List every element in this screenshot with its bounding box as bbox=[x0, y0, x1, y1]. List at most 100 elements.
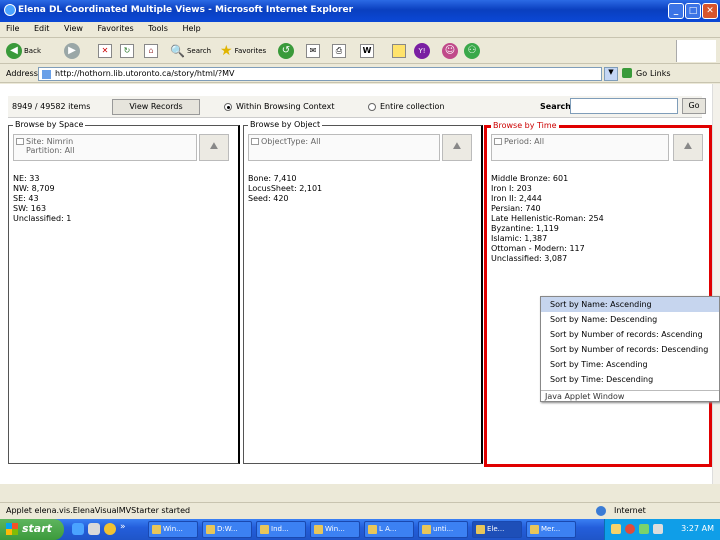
forward-button[interactable]: ▶ bbox=[64, 42, 80, 60]
within-context-radio[interactable] bbox=[224, 103, 232, 111]
list-item[interactable]: Seed: 420 bbox=[248, 194, 322, 204]
list-item[interactable]: SE: 43 bbox=[13, 194, 71, 204]
forward-arrow-icon: ▶ bbox=[64, 43, 80, 59]
start-button[interactable]: start bbox=[0, 519, 64, 540]
buddies-button[interactable]: ⚇ bbox=[464, 42, 480, 60]
list-item[interactable]: Bone: 7,410 bbox=[248, 174, 322, 184]
sort-name-asc-item[interactable]: Sort by Name: Ascending bbox=[541, 297, 719, 312]
menu-file[interactable]: File bbox=[0, 22, 25, 35]
object-list: Bone: 7,410 LocusSheet: 2,101 Seed: 420 bbox=[248, 174, 322, 204]
space-filter-partition: Partition: All bbox=[26, 146, 75, 155]
search-button[interactable]: 🔍 Search bbox=[170, 42, 211, 60]
filter-checkbox[interactable] bbox=[251, 138, 259, 145]
security-zone: Internet bbox=[614, 506, 646, 515]
address-label: Address bbox=[6, 69, 38, 78]
menu-help[interactable]: Help bbox=[176, 22, 206, 35]
list-item[interactable]: Byzantine: 1,119 bbox=[491, 224, 604, 234]
desktop-quicklaunch-icon[interactable] bbox=[88, 523, 100, 535]
task-button[interactable]: Ind... bbox=[256, 521, 306, 538]
sort-name-desc-item[interactable]: Sort by Name: Descending bbox=[541, 312, 719, 327]
address-dropdown[interactable]: ▼ bbox=[604, 67, 618, 81]
stop-button[interactable]: ✕ bbox=[98, 42, 112, 60]
address-url: http://hothorn.lib.utoronto.ca/story/htm… bbox=[55, 69, 235, 78]
time-filter-period: Period: All bbox=[504, 137, 545, 146]
back-arrow-icon: ◀ bbox=[6, 43, 22, 59]
windows-logo-box bbox=[676, 40, 716, 62]
list-item[interactable]: LocusSheet: 2,101 bbox=[248, 184, 322, 194]
task-button[interactable]: D:W... bbox=[202, 521, 252, 538]
list-item[interactable]: SW: 163 bbox=[13, 204, 71, 214]
list-item[interactable]: Iron I: 203 bbox=[491, 184, 604, 194]
search-icon: 🔍 bbox=[170, 44, 185, 58]
address-input[interactable]: http://hothorn.lib.utoronto.ca/story/htm… bbox=[38, 67, 602, 81]
menu-favorites[interactable]: Favorites bbox=[92, 22, 140, 35]
links-button[interactable]: Links bbox=[650, 69, 671, 78]
task-button[interactable]: Win... bbox=[148, 521, 198, 538]
search-go-button[interactable]: Go bbox=[682, 98, 706, 114]
go-button[interactable]: Go bbox=[636, 69, 647, 78]
task-button[interactable]: Win... bbox=[310, 521, 360, 538]
object-filter-box[interactable]: ObjectType: All bbox=[248, 134, 440, 161]
list-item[interactable]: Persian: 740 bbox=[491, 204, 604, 214]
menu-bar: File Edit View Favorites Tools Help bbox=[0, 22, 720, 38]
maximize-button[interactable]: □ bbox=[685, 3, 701, 19]
tray-display-icon[interactable] bbox=[653, 524, 663, 534]
print-icon: ⎙ bbox=[332, 44, 346, 58]
sort-time-asc-item[interactable]: Sort by Time: Ascending bbox=[541, 357, 719, 372]
notes-button[interactable] bbox=[392, 42, 406, 60]
search-input[interactable] bbox=[570, 98, 678, 114]
list-item[interactable]: Late Hellenistic-Roman: 254 bbox=[491, 214, 604, 224]
sort-records-asc-item[interactable]: Sort by Number of records: Ascending bbox=[541, 327, 719, 342]
space-sort-button[interactable]: ⛰ bbox=[199, 134, 229, 161]
tray-security-icon[interactable] bbox=[625, 524, 635, 534]
back-button[interactable]: ◀ Back bbox=[6, 42, 41, 60]
list-item[interactable]: Iron II: 2,444 bbox=[491, 194, 604, 204]
list-item[interactable]: Unclassified: 3,087 bbox=[491, 254, 604, 264]
time-filter-box[interactable]: Period: All bbox=[491, 134, 669, 161]
yahoo-button[interactable]: Y! bbox=[414, 42, 430, 60]
list-item[interactable]: Islamic: 1,387 bbox=[491, 234, 604, 244]
sort-context-menu: Sort by Name: Ascending Sort by Name: De… bbox=[540, 296, 720, 402]
address-bar: Address http://hothorn.lib.utoronto.ca/s… bbox=[0, 65, 720, 83]
messenger-button[interactable]: ☺ bbox=[442, 42, 458, 60]
page-scrollbar[interactable] bbox=[712, 84, 720, 484]
task-button[interactable]: unti... bbox=[418, 521, 468, 538]
menu-separator bbox=[541, 390, 719, 391]
home-button[interactable]: ⌂ bbox=[144, 42, 158, 60]
edit-button[interactable]: W bbox=[360, 42, 374, 60]
tray-volume-icon[interactable] bbox=[639, 524, 649, 534]
task-button[interactable]: L A... bbox=[364, 521, 414, 538]
tray-network-icon[interactable] bbox=[611, 524, 621, 534]
sort-time-desc-item[interactable]: Sort by Time: Descending bbox=[541, 372, 719, 387]
ie-quicklaunch-icon[interactable] bbox=[72, 523, 84, 535]
mail-button[interactable]: ✉ bbox=[306, 42, 320, 60]
task-button[interactable]: Ele... bbox=[472, 521, 522, 538]
sort-records-desc-item[interactable]: Sort by Number of records: Descending bbox=[541, 342, 719, 357]
list-item[interactable]: NW: 8,709 bbox=[13, 184, 71, 194]
object-sort-button[interactable]: ⛰ bbox=[442, 134, 472, 161]
history-button[interactable]: ↺ bbox=[278, 42, 294, 60]
menu-edit[interactable]: Edit bbox=[28, 22, 56, 35]
list-item[interactable]: Unclassified: 1 bbox=[13, 214, 71, 224]
print-button[interactable]: ⎙ bbox=[332, 42, 346, 60]
favorites-button[interactable]: ★ Favorites bbox=[220, 42, 266, 60]
messenger-quicklaunch-icon[interactable] bbox=[104, 523, 116, 535]
list-item[interactable]: Middle Bronze: 601 bbox=[491, 174, 604, 184]
chevron-icon[interactable]: » bbox=[120, 522, 126, 532]
list-item[interactable]: NE: 33 bbox=[13, 174, 71, 184]
menu-view[interactable]: View bbox=[58, 22, 89, 35]
space-filter-box[interactable]: Site: Nimrin Partition: All bbox=[13, 134, 197, 161]
go-arrow-icon[interactable] bbox=[622, 68, 632, 78]
view-records-button[interactable]: View Records bbox=[112, 99, 200, 115]
menu-tools[interactable]: Tools bbox=[142, 22, 174, 35]
filter-checkbox[interactable] bbox=[494, 138, 502, 145]
minimize-button[interactable]: _ bbox=[668, 3, 684, 19]
refresh-button[interactable]: ↻ bbox=[120, 42, 134, 60]
filter-checkbox[interactable] bbox=[16, 138, 24, 145]
task-button[interactable]: Mer... bbox=[526, 521, 576, 538]
time-sort-button[interactable]: ⛰ bbox=[673, 134, 703, 161]
window-titlebar[interactable]: Elena DL Coordinated Multiple Views - Mi… bbox=[0, 0, 720, 22]
list-item[interactable]: Ottoman - Modern: 117 bbox=[491, 244, 604, 254]
close-button[interactable]: ✕ bbox=[702, 3, 718, 19]
entire-collection-radio[interactable] bbox=[368, 103, 376, 111]
